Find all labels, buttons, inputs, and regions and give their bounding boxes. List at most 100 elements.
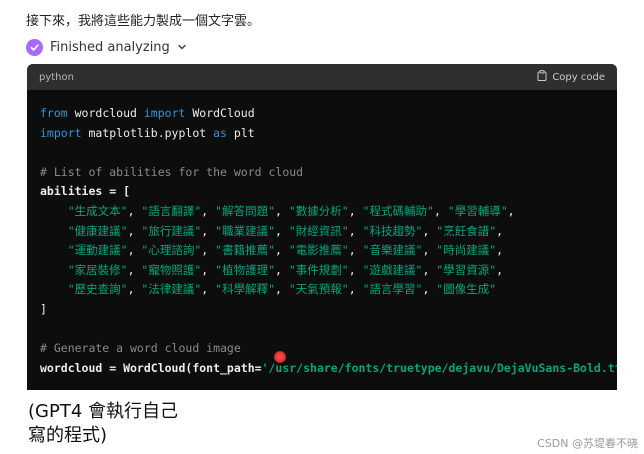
code-text: ,: [127, 223, 142, 238]
code-keyword: import: [40, 125, 82, 140]
code-string: "數據分析": [288, 203, 349, 218]
code-line: "歷史查詢", "法律建議", "科學解釋", "天氣預報", "語言學習", …: [40, 280, 617, 300]
code-string: "天氣預報": [288, 282, 349, 297]
code-string: "烹飪食譜": [436, 223, 497, 238]
code-text: ,: [127, 282, 142, 297]
code-text: WordCloud: [185, 106, 255, 120]
code-line: "家居裝修", "寵物照護", "植物護理", "事件規劃", "遊戲建議", …: [40, 261, 617, 281]
code-string: "歷史查詢": [67, 282, 128, 297]
code-text: matplotlib.pyplot: [81, 125, 214, 140]
code-language-label: python: [39, 71, 74, 83]
code-text: ,: [201, 262, 216, 277]
analysis-status-toggle[interactable]: Finished analyzing: [26, 37, 187, 57]
code-text: ,: [348, 262, 363, 277]
code-text: ,: [422, 282, 437, 297]
code-text: ,: [275, 243, 289, 258]
code-string: "法律建議": [141, 282, 202, 297]
code-text: ,: [422, 262, 437, 277]
code-string: "生成文本": [67, 203, 128, 218]
code-comment: # Generate a word cloud image: [40, 341, 241, 356]
code-string: "財經資訊": [288, 223, 349, 238]
code-text: ,: [422, 243, 437, 258]
code-string: "音樂建議": [362, 243, 423, 258]
code-text: ,: [201, 203, 216, 218]
code-string: "語言翻譯": [141, 203, 202, 218]
code-text: ,: [496, 223, 504, 238]
code-line: from wordcloud import WordCloud: [40, 104, 617, 124]
chevron-down-icon: [177, 42, 187, 52]
caption-line: (GPT4 會執行自己: [28, 401, 178, 422]
check-circle-icon: [26, 38, 43, 56]
code-string: "解答問題": [215, 203, 275, 218]
code-string: '/usr/share/fonts/truetype/dejavu/DejaVu…: [261, 360, 617, 375]
code-string: "圖像生成": [436, 282, 497, 297]
code-line: "生成文本", "語言翻譯", "解答問題", "數據分析", "程式碼輔助",…: [40, 202, 617, 222]
code-string: "時尚建議": [436, 243, 497, 258]
code-line: "運動建議", "心理諮詢", "書籍推薦", "電影推薦", "音樂建議", …: [40, 241, 617, 261]
copy-code-button[interactable]: Copy code: [537, 70, 605, 84]
code-string: "寵物照護": [141, 262, 202, 277]
code-keyword: from: [40, 106, 68, 120]
caption: (GPT4 會執行自己 寫的程式): [28, 400, 178, 448]
code-line: "健康建議", "旅行建議", "職業建議", "財經資訊", "科技趨勢", …: [40, 222, 617, 242]
code-text: ,: [348, 223, 363, 238]
code-text: ,: [201, 223, 216, 238]
code-string: "語言學習": [362, 282, 423, 297]
code-string: "遊戲建議": [362, 262, 423, 277]
code-header: python Copy code: [27, 64, 617, 90]
code-text: ,: [127, 243, 142, 258]
watermark: CSDN @苏堤春不晓: [537, 437, 638, 450]
code-string: "學習輔導": [447, 203, 508, 218]
code-text: ,: [496, 243, 504, 258]
code-string: "運動建議": [67, 243, 128, 258]
code-text: ,: [275, 282, 289, 297]
code-text: ,: [201, 282, 216, 297]
code-string: "科技趨勢": [362, 223, 423, 238]
code-block: python Copy code from wordcloud import W…: [27, 64, 617, 390]
code-text: ,: [201, 243, 216, 258]
code-line: abilities = [: [40, 182, 617, 202]
code-text: ,: [275, 223, 289, 238]
code-string: "電影推薦": [288, 243, 349, 258]
code-line: import matplotlib.pyplot as plt: [40, 124, 617, 144]
code-string: "植物護理": [215, 262, 275, 277]
code-line: ]: [40, 300, 617, 320]
code-text: ,: [348, 282, 363, 297]
code-text: ,: [433, 203, 448, 218]
code-text: plt: [226, 125, 255, 140]
code-text: ]: [40, 301, 47, 316]
code-text: ,: [275, 203, 289, 218]
code-text: ,: [275, 262, 289, 277]
code-text: ,: [348, 243, 363, 258]
code-line: wordcloud = WordCloud(font_path='/usr/sh…: [40, 359, 617, 379]
code-string: "學習資源": [436, 262, 497, 277]
code-text: ,: [507, 203, 515, 218]
code-string: "書籍推薦": [215, 243, 275, 258]
code-text: abilities = [: [40, 184, 131, 199]
code-text: ,: [127, 203, 142, 218]
code-string: "心理諮詢": [141, 243, 202, 258]
status-label: Finished analyzing: [50, 39, 170, 55]
code-string: "科學解釋": [215, 282, 275, 297]
code-text: wordcloud: [67, 106, 144, 120]
mouse-cursor-indicator: [274, 351, 286, 363]
code-text: ,: [348, 203, 363, 218]
intro-text: 接下來，我將這些能力製成一個文字雲。: [26, 14, 261, 29]
code-string: "家居裝修": [67, 262, 128, 277]
code-keyword: import: [143, 106, 186, 120]
code-text: ,: [422, 223, 437, 238]
copy-code-label: Copy code: [552, 71, 605, 83]
code-string: "事件規劃": [288, 262, 349, 277]
code-string: "旅行建議": [141, 223, 202, 238]
clipboard-icon: [537, 70, 547, 84]
code-line: # Generate a word cloud image: [40, 339, 617, 359]
code-content: from wordcloud import WordCloud import ma…: [27, 90, 617, 378]
caption-line: 寫的程式): [28, 425, 108, 446]
code-text: ,: [496, 262, 504, 277]
